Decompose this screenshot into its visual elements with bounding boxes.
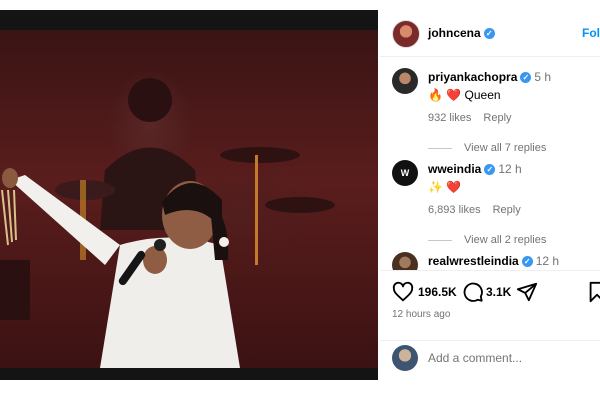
heart-icon[interactable] xyxy=(392,281,414,303)
verified-badge-icon: ✓ xyxy=(484,164,496,176)
comment-likes[interactable]: 932 likes xyxy=(428,112,471,124)
commenter-avatar[interactable] xyxy=(392,68,418,94)
post-photo xyxy=(0,30,378,368)
verified-badge-icon: ✓ xyxy=(520,72,532,84)
post-actions: 196.5K 3.1K 12 hours ago xyxy=(380,270,600,341)
commenter-username: priyankachopra ✓ 5 h xyxy=(428,70,551,84)
commenter-username-text[interactable]: realwrestleindia xyxy=(428,254,519,268)
comment-meta: 6,893 likes Reply xyxy=(428,204,533,216)
comment-input[interactable] xyxy=(428,351,588,365)
bookmark-icon[interactable] xyxy=(586,281,600,303)
commenter-username-text[interactable]: wweindia xyxy=(428,162,481,176)
verified-badge-icon: ✓ xyxy=(483,28,495,40)
comment-time: 12 h xyxy=(535,254,560,268)
comment-time: 12 h xyxy=(498,162,522,176)
paper-plane-icon[interactable] xyxy=(516,281,538,303)
author-avatar[interactable] xyxy=(392,20,420,48)
post-time-ago[interactable]: 12 hours ago xyxy=(392,309,450,320)
commenter-username: realwrestleindia ✓ 12 h xyxy=(428,254,559,268)
comment-meta: 932 likes Reply xyxy=(428,112,524,124)
performer-illustration xyxy=(0,78,335,368)
replies-divider xyxy=(428,147,452,149)
reply-button[interactable]: Reply xyxy=(483,112,511,124)
post-header: johncena✓ Follow xyxy=(380,12,600,57)
commenter-username: wweindia ✓ 12 h xyxy=(428,162,522,176)
view-replies-button[interactable]: View all 7 replies xyxy=(428,142,546,154)
replies-divider xyxy=(428,239,452,241)
commenter-username-text[interactable]: priyankachopra xyxy=(428,70,517,84)
comment-likes[interactable]: 6,893 likes xyxy=(428,204,481,216)
comment-list: priyankachopra ✓ 5 h 🔥 ❤️ Queen 932 likes R… xyxy=(380,56,600,270)
comment-text: ✨ ❤️ xyxy=(428,180,462,194)
view-replies-label[interactable]: View all 2 replies xyxy=(464,234,546,246)
commenter-avatar[interactable] xyxy=(392,252,418,270)
comment-text: 🔥 ❤️ Queen xyxy=(428,88,501,102)
verified-badge-icon: ✓ xyxy=(521,256,533,268)
comments-count[interactable]: 3.1K xyxy=(486,285,511,299)
view-replies-label[interactable]: View all 7 replies xyxy=(464,142,546,154)
comment-time: 5 h xyxy=(534,70,552,84)
follow-button[interactable]: Follow xyxy=(582,26,600,40)
likes-count[interactable]: 196.5K xyxy=(418,285,457,299)
post-viewer: johncena✓ Follow priyankachopra✓5 h 🔥 ❤️… xyxy=(0,0,600,400)
post-side-panel: johncena✓ Follow priyankachopra✓5 h 🔥 ❤️… xyxy=(380,0,600,400)
author-username[interactable]: johncena ✓ xyxy=(428,26,495,40)
post-media[interactable] xyxy=(0,10,378,380)
commenter-avatar[interactable]: W xyxy=(392,160,418,186)
comment-bubble-icon[interactable] xyxy=(462,281,484,303)
add-comment-bar xyxy=(380,340,600,401)
author-username-text[interactable]: johncena xyxy=(428,26,481,40)
reply-button[interactable]: Reply xyxy=(493,204,521,216)
current-user-avatar xyxy=(392,345,418,371)
view-replies-button[interactable]: View all 2 replies xyxy=(428,234,546,246)
